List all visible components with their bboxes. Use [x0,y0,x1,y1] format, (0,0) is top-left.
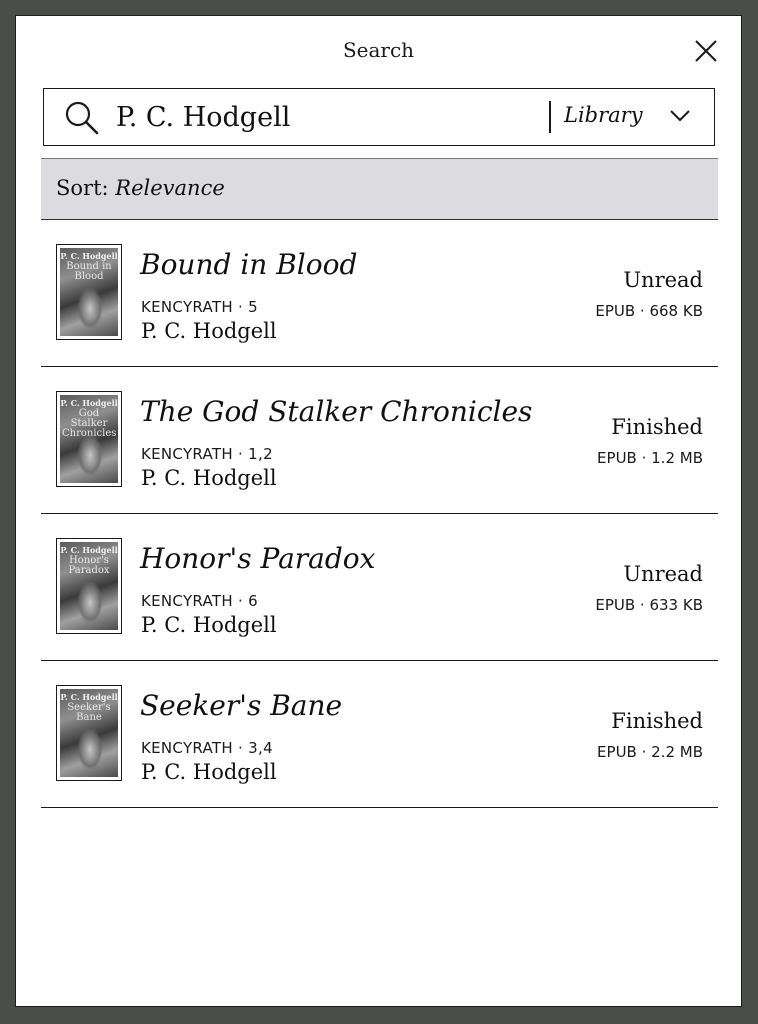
book-title: The God Stalker Chronicles [140,395,533,428]
cover-title: Honor's Paradox [68,555,110,576]
scope-divider [549,101,551,133]
cover-art: P. C. Hodgell Bound in Blood [60,248,118,336]
book-title: Bound in Blood [140,248,358,281]
search-bar: Library [43,88,715,146]
book-series: KENCYRATH · 5 [141,298,259,316]
cover-title: Bound in Blood [66,261,112,282]
cover-author: P. C. Hodgell [60,251,118,261]
cover-author: P. C. Hodgell [60,692,118,702]
cover-figure [78,729,102,769]
book-meta: EPUB · 2.2 MB [597,743,703,761]
close-icon [695,40,717,62]
cover-figure [78,288,102,328]
search-input[interactable] [116,97,536,137]
book-series: KENCYRATH · 1,2 [141,445,273,463]
sort-value: Relevance [115,176,225,200]
book-cover: P. C. Hodgell God Stalker Chronicles [56,391,122,487]
book-row[interactable]: P. C. Hodgell Honor's Paradox Honor's Pa… [41,514,718,661]
book-title: Seeker's Bane [140,689,343,722]
dialog-title: Search [342,38,415,62]
cover-author: P. C. Hodgell [60,545,118,555]
book-status: Finished [611,415,703,439]
cover-author: P. C. Hodgell [60,398,118,408]
chevron-down-icon [670,110,690,122]
search-dialog: Search Library Sort: Relevance [15,15,742,1007]
cover-figure [78,582,102,622]
book-row[interactable]: P. C. Hodgell Seeker's Bane Seeker's Ban… [41,661,718,808]
scope-label: Library [564,103,643,127]
cover-title: Seeker's Bane [67,702,111,723]
sort-bar[interactable]: Sort: Relevance [41,158,718,220]
book-series: KENCYRATH · 6 [141,592,259,610]
book-cover: P. C. Hodgell Honor's Paradox [56,538,122,634]
results-list: P. C. Hodgell Bound in Blood Bound in Bl… [41,220,718,808]
book-row[interactable]: P. C. Hodgell God Stalker Chronicles The… [41,367,718,514]
cover-art: P. C. Hodgell God Stalker Chronicles [60,395,118,483]
cover-art: P. C. Hodgell Seeker's Bane [60,689,118,777]
scope-dropdown[interactable]: Library [564,98,704,138]
sort-text: Sort: Relevance [56,176,225,200]
book-status: Unread [623,268,703,292]
book-meta: EPUB · 633 KB [595,596,703,614]
search-icon[interactable] [65,101,99,135]
book-status: Unread [623,562,703,586]
book-series: KENCYRATH · 3,4 [141,739,273,757]
book-title: Honor's Paradox [140,542,376,575]
book-cover: P. C. Hodgell Seeker's Bane [56,685,122,781]
close-button[interactable] [693,38,719,64]
cover-art: P. C. Hodgell Honor's Paradox [60,542,118,630]
book-author: P. C. Hodgell [141,466,277,490]
book-meta: EPUB · 1.2 MB [597,449,703,467]
book-cover: P. C. Hodgell Bound in Blood [56,244,122,340]
book-author: P. C. Hodgell [141,613,277,637]
sort-label: Sort: [56,176,109,200]
cover-figure [78,435,102,475]
book-row[interactable]: P. C. Hodgell Bound in Blood Bound in Bl… [41,220,718,367]
book-status: Finished [611,709,703,733]
book-meta: EPUB · 668 KB [595,302,703,320]
book-author: P. C. Hodgell [141,319,277,343]
book-author: P. C. Hodgell [141,760,277,784]
